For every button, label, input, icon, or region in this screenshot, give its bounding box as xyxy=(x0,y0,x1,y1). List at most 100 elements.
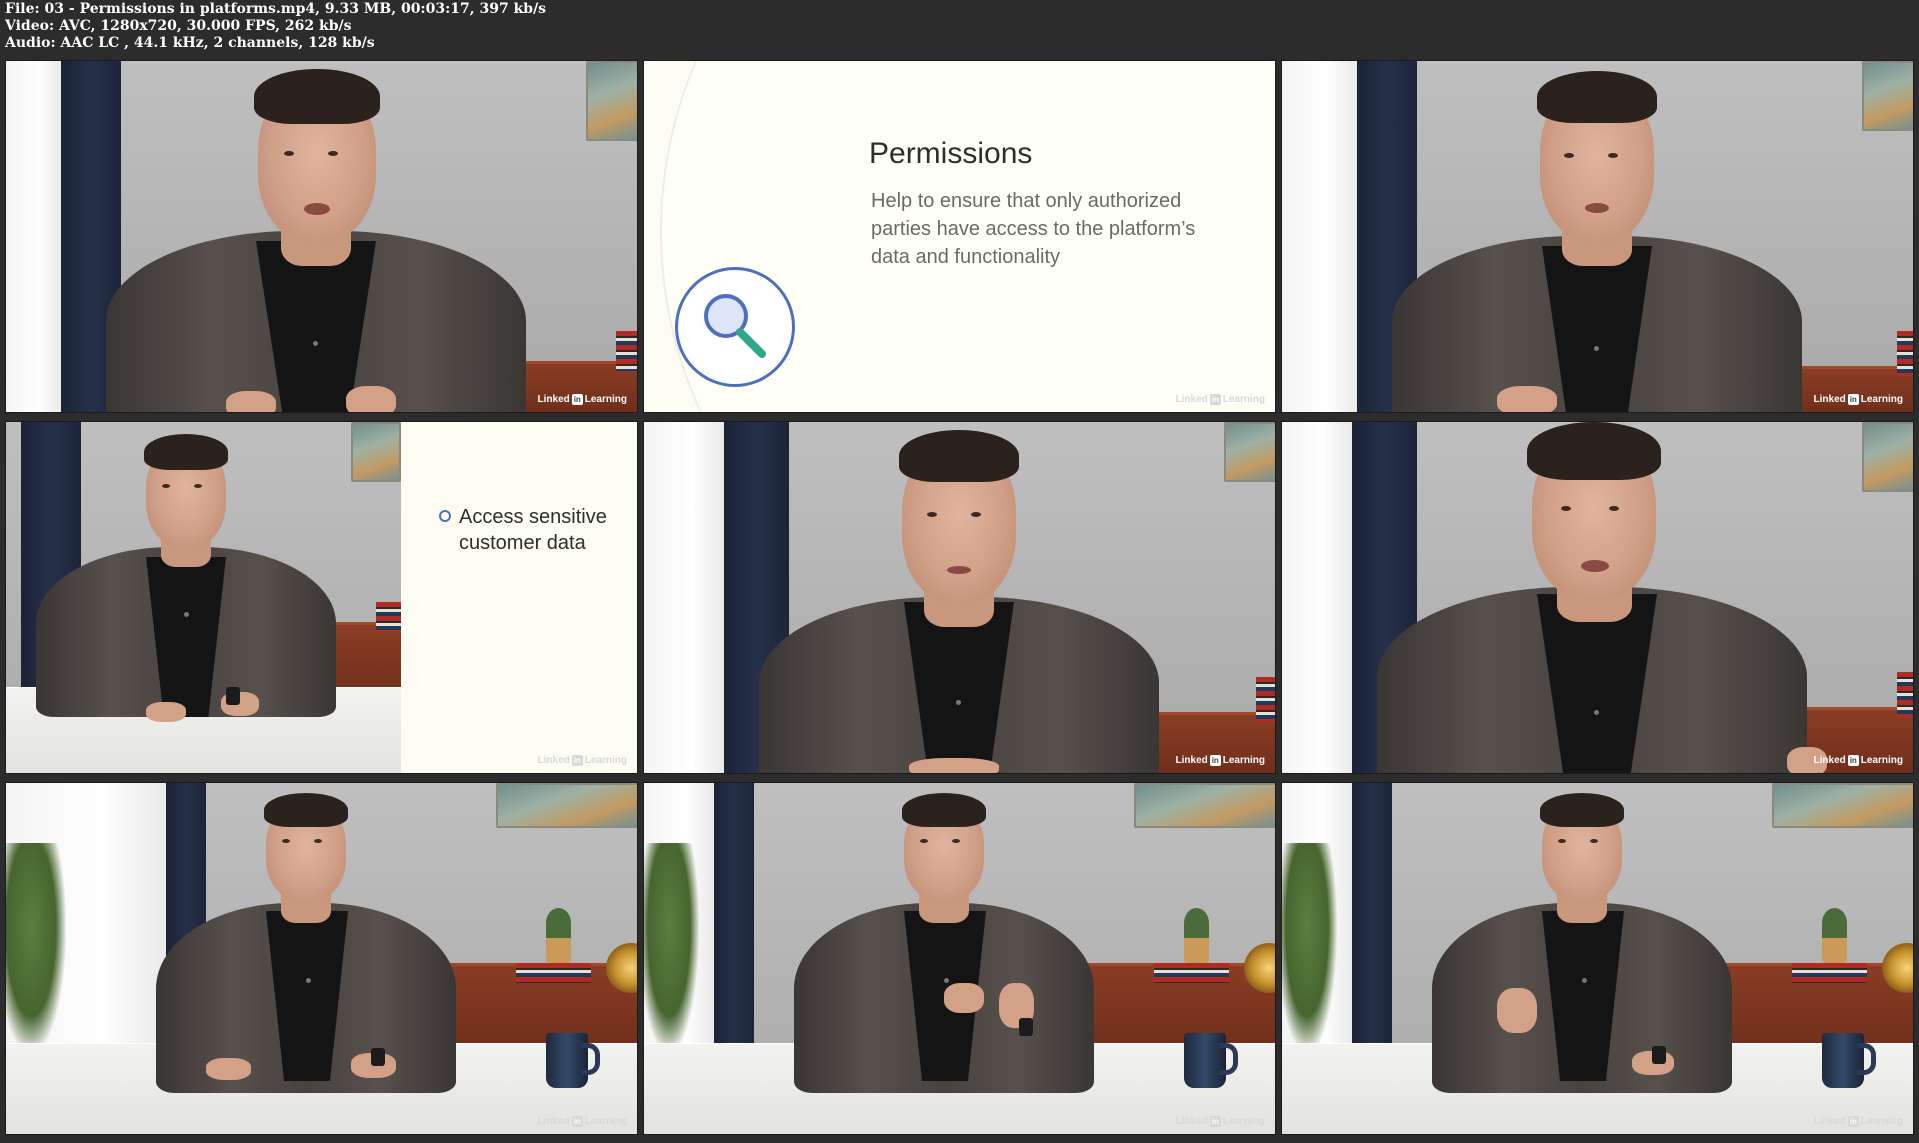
thumbnail-3[interactable]: Linked in Learning xyxy=(1281,60,1914,413)
logo-text: Learning xyxy=(584,1116,627,1127)
logo-text: Linked xyxy=(1175,755,1208,766)
books xyxy=(1897,331,1913,376)
thumbnail-4[interactable]: Access sensitive customer data Linked in L… xyxy=(5,421,638,774)
logo-text: Linked xyxy=(537,755,570,766)
eye xyxy=(920,839,928,843)
audio-info-line: Audio: AAC LC , 44.1 kHz, 2 channels, 12… xyxy=(5,35,375,51)
shirt-button xyxy=(1594,710,1599,715)
linkedin-learning-logo: Linked in Learning xyxy=(538,1116,627,1127)
eye xyxy=(952,839,960,843)
hand xyxy=(206,1058,251,1080)
logo-text: Learning xyxy=(584,755,627,766)
video-frame xyxy=(1282,422,1913,773)
mug xyxy=(1822,1033,1876,1088)
eye xyxy=(1609,506,1619,511)
eye xyxy=(971,512,981,517)
logo-text: Linked xyxy=(1175,394,1208,405)
hair xyxy=(1540,793,1624,827)
file-info-line: File: 03 - Permissions in platforms.mp4,… xyxy=(5,1,547,17)
eye xyxy=(927,512,937,517)
mouth xyxy=(304,203,330,215)
mouth xyxy=(1581,560,1609,572)
logo-in-box: in xyxy=(1209,394,1221,405)
thumbnail-2[interactable]: Permissions Help to ensure that only aut… xyxy=(643,60,1276,413)
hair xyxy=(1537,71,1657,123)
hand xyxy=(226,391,276,412)
hand xyxy=(1497,988,1537,1033)
hand xyxy=(1497,386,1557,412)
linkedin-learning-logo: Linked in Learning xyxy=(1176,394,1265,405)
video-frame xyxy=(6,783,637,1134)
linkedin-learning-logo: Linked in Learning xyxy=(1814,394,1903,405)
logo-in-box: in xyxy=(1847,755,1859,766)
logo-in-box: in xyxy=(1209,755,1221,766)
linkedin-learning-logo: Linked in Learning xyxy=(1814,1116,1903,1127)
mouth xyxy=(947,566,971,574)
plant-pot xyxy=(1822,935,1847,963)
video-frame xyxy=(1282,61,1913,412)
shirt-button xyxy=(1594,346,1599,351)
watch xyxy=(226,687,240,705)
logo-in-box: in xyxy=(571,1116,583,1127)
watch xyxy=(1652,1046,1666,1064)
wall-painting xyxy=(1862,61,1913,131)
books xyxy=(516,963,591,983)
logo-in-box: in xyxy=(1847,1116,1859,1127)
logo-text: Learning xyxy=(1222,394,1265,405)
eye xyxy=(282,839,290,843)
logo-in-box: in xyxy=(1209,1116,1221,1127)
video-frame xyxy=(644,783,1275,1134)
wall-painting xyxy=(496,783,637,828)
wall-painting xyxy=(1134,783,1275,828)
books xyxy=(1792,963,1867,983)
wall-painting xyxy=(1772,783,1913,828)
hair xyxy=(899,430,1019,482)
books xyxy=(1256,677,1275,722)
window-light xyxy=(1282,422,1352,773)
magnifying-glass-icon xyxy=(675,267,795,387)
tall-plant xyxy=(6,843,66,1053)
plant-pot xyxy=(546,935,571,963)
shirt-button xyxy=(956,700,961,705)
thumbnail-5[interactable]: Linked in Learning xyxy=(643,421,1276,774)
logo-text: Learning xyxy=(1860,394,1903,405)
thumbnail-7[interactable]: Linked in Learning xyxy=(5,782,638,1135)
logo-text: Learning xyxy=(1222,755,1265,766)
hair xyxy=(254,69,380,124)
slide-body: Help to ensure that only authorized part… xyxy=(871,190,1196,268)
thumbnail-8[interactable]: Linked in Learning xyxy=(643,782,1276,1135)
hair xyxy=(264,793,348,827)
hair xyxy=(1527,422,1661,480)
thumbnail-9[interactable]: Linked in Learning xyxy=(1281,782,1914,1135)
video-frame xyxy=(644,422,1275,773)
window-light xyxy=(644,422,724,773)
mouth xyxy=(1585,203,1609,213)
logo-text: Learning xyxy=(1860,755,1903,766)
eye xyxy=(328,151,338,156)
wall-painting xyxy=(586,61,637,141)
eye xyxy=(194,484,202,488)
plant-leaf xyxy=(546,908,571,938)
plant-leaf xyxy=(1822,908,1847,938)
logo-text: Learning xyxy=(1860,1116,1903,1127)
books xyxy=(1897,672,1913,717)
watch xyxy=(371,1048,385,1066)
linkedin-learning-logo: Linked in Learning xyxy=(538,755,627,766)
mug xyxy=(1184,1033,1238,1088)
logo-text: Linked xyxy=(1813,755,1846,766)
hand xyxy=(146,702,186,722)
eye xyxy=(1558,839,1566,843)
thumbnail-1[interactable]: Linked in Learning xyxy=(5,60,638,413)
slide-title: Permissions xyxy=(869,137,1033,170)
logo-text: Learning xyxy=(1222,1116,1265,1127)
eye xyxy=(314,839,322,843)
plant-leaf xyxy=(1184,908,1209,938)
eye xyxy=(284,151,294,156)
hair xyxy=(144,434,228,470)
video-frame xyxy=(6,422,401,773)
logo-in-box: in xyxy=(571,394,583,405)
thumbnail-grid: Linked in Learning Permissions Help to ens… xyxy=(5,60,1915,1140)
plant-pot xyxy=(1184,935,1209,963)
hand xyxy=(346,386,396,412)
thumbnail-6[interactable]: Linked in Learning xyxy=(1281,421,1914,774)
